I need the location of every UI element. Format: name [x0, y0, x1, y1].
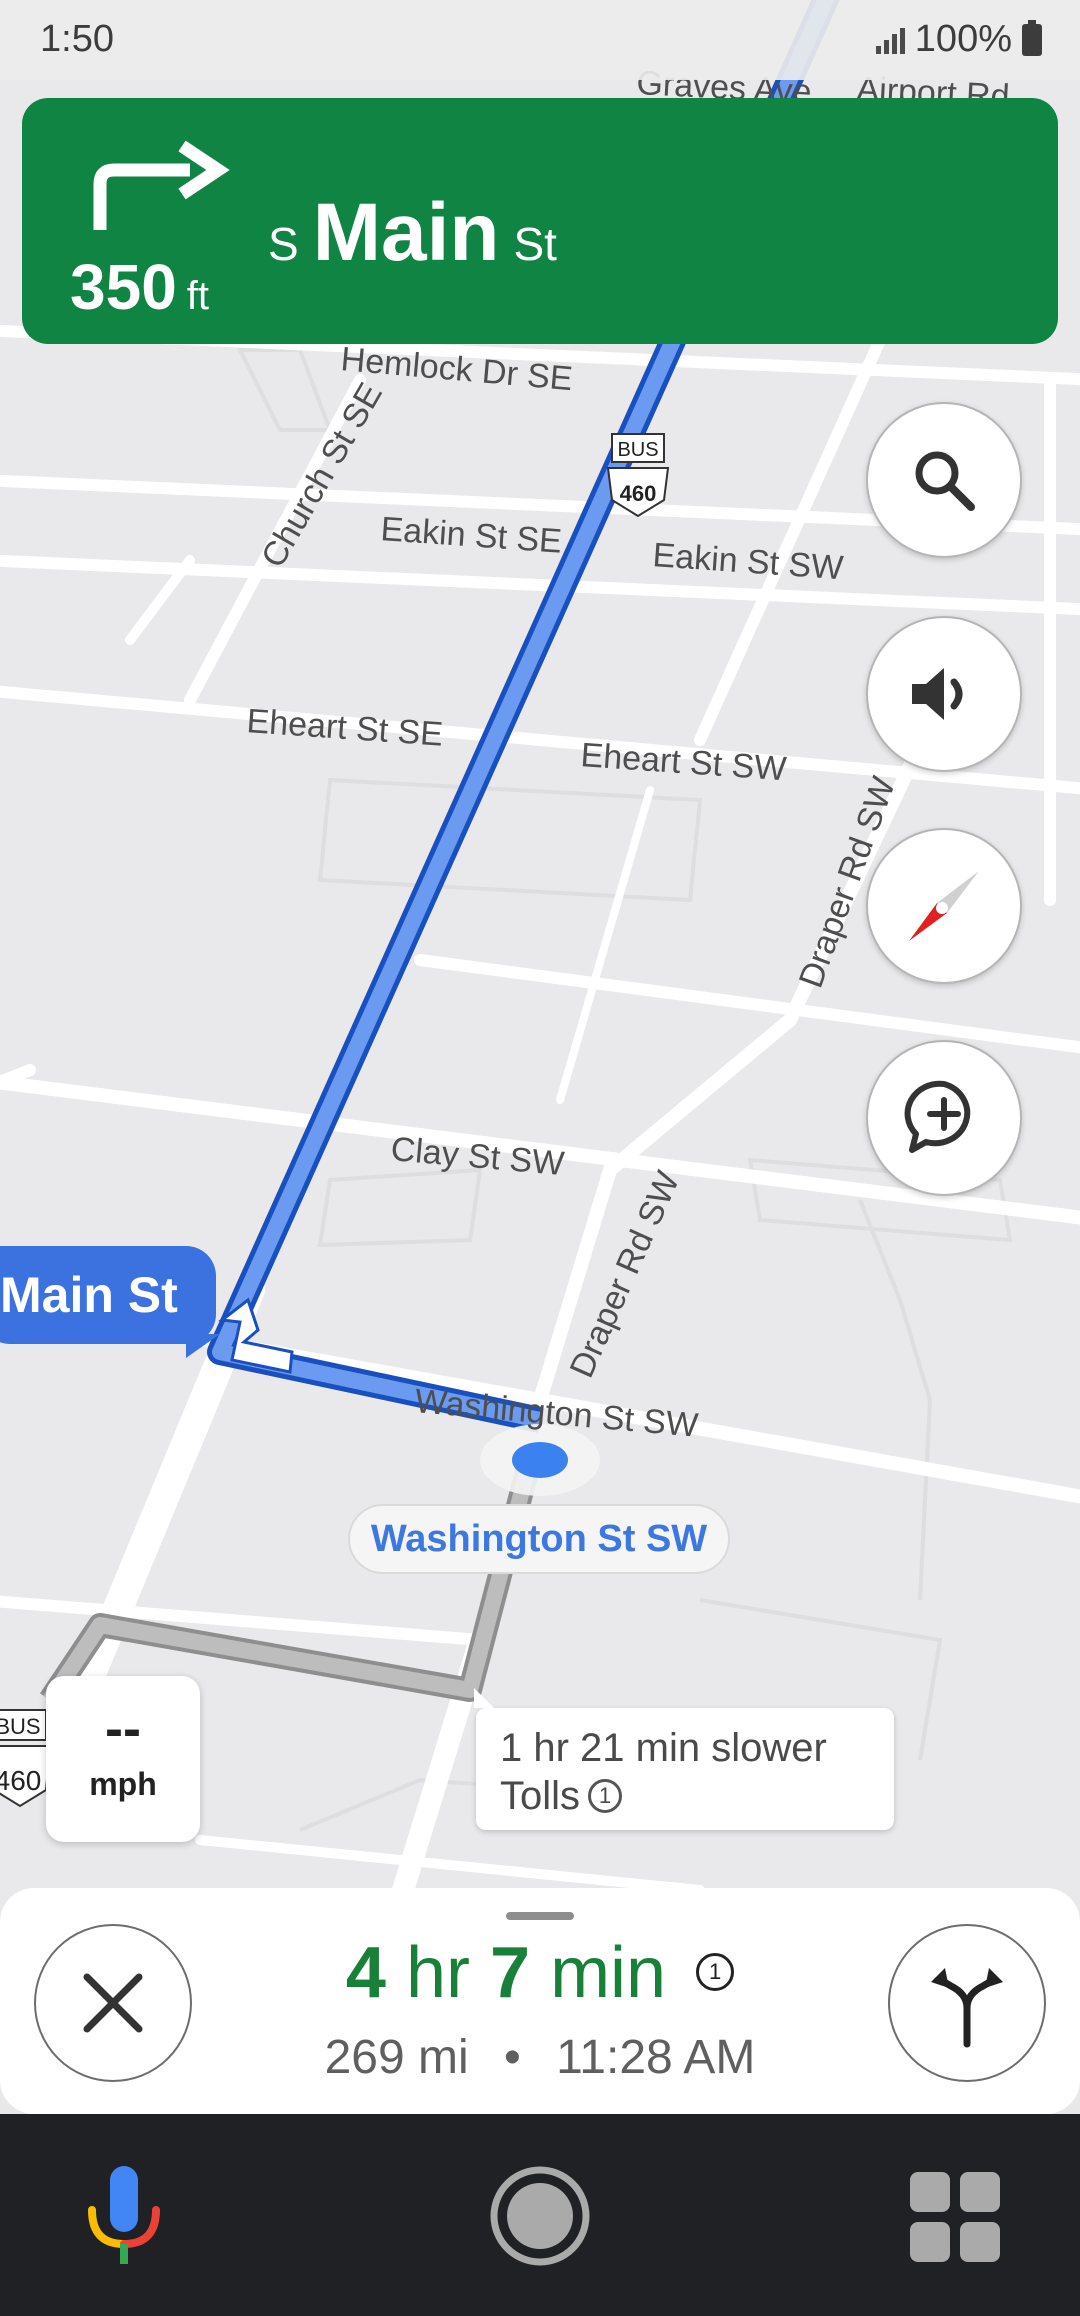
trip-arrival-time: 11:28 AM: [556, 2031, 756, 2084]
alt-routes-icon: [931, 1968, 1003, 2048]
trip-hours-unit: hr: [405, 1933, 470, 2013]
turn-instruction-banner[interactable]: 350 ft S Main St: [22, 98, 1058, 344]
turn-right-arrow-icon: [93, 140, 230, 230]
search-button[interactable]: [866, 402, 1022, 558]
sound-button[interactable]: [866, 616, 1022, 772]
alternate-route-delay: 1 hr 21 min slower: [500, 1726, 827, 1770]
alternate-route-callout[interactable]: 1 hr 21 min slower Tolls 1: [474, 1688, 894, 1830]
volume-icon: [912, 668, 963, 720]
distance-unit: ft: [186, 274, 210, 318]
trip-separator: •: [504, 2031, 521, 2084]
distance-to-turn: 350 ft: [70, 250, 209, 324]
toll-info-icon: 1: [588, 1779, 623, 1813]
route-number-label: 460: [620, 481, 657, 506]
trip-summary-sheet[interactable]: 4 hr 7 min 1 269 mi • 11:28 AM: [0, 1888, 1080, 2114]
tolls-label: Tolls: [500, 1774, 581, 1818]
add-report-button[interactable]: [866, 1040, 1022, 1196]
trip-minutes-unit: min: [550, 1933, 667, 2013]
compass-icon: [909, 871, 979, 941]
bottom-bar: [0, 2114, 1080, 2316]
search-icon: [915, 451, 975, 511]
street-main: Main: [312, 187, 500, 278]
battery-icon: [1022, 19, 1042, 56]
sheet-drag-handle[interactable]: [506, 1912, 574, 1920]
battery-percent: 100%: [914, 18, 1012, 60]
compass-button[interactable]: [866, 828, 1022, 984]
bus-sign-label: BUS: [617, 439, 658, 461]
status-time: 1:50: [40, 18, 114, 60]
trip-hours: 4: [345, 1933, 386, 2013]
distance-value: 350: [70, 251, 177, 323]
route-number-label-lower: 460: [0, 1765, 41, 1796]
street-suffix: St: [513, 218, 557, 270]
status-right: 100%: [875, 18, 1042, 61]
speed-value: --: [105, 1699, 141, 1759]
current-location-label: Washington St SW: [348, 1504, 730, 1574]
speed-unit: mph: [89, 1766, 157, 1802]
home-icon[interactable]: [488, 2164, 592, 2268]
route-shield-460-lower: BUS 460: [0, 1709, 52, 1808]
status-bar: 1:50 100%: [0, 0, 1080, 80]
mic-icon[interactable]: [84, 2166, 164, 2268]
toll-info-icon: 1: [696, 1953, 735, 1991]
bus-sign-label-lower: BUS: [0, 1714, 41, 1739]
speedometer: -- mph: [46, 1676, 200, 1842]
alternate-route-tolls: Tolls 1: [500, 1772, 894, 1820]
apps-grid-icon[interactable]: [908, 2170, 1002, 2264]
turn-street-name: S Main St: [268, 186, 557, 280]
street-prefix: S: [268, 218, 299, 270]
add-comment-icon: [904, 1080, 971, 1153]
next-street-pill: Main St: [0, 1246, 220, 1358]
signal-icon: [875, 26, 905, 54]
trip-distance: 269 mi: [324, 2031, 469, 2084]
trip-minutes: 7: [490, 1933, 531, 2013]
alternate-routes-button[interactable]: [888, 1924, 1046, 2082]
route-shield-460: BUS 460: [606, 433, 670, 518]
